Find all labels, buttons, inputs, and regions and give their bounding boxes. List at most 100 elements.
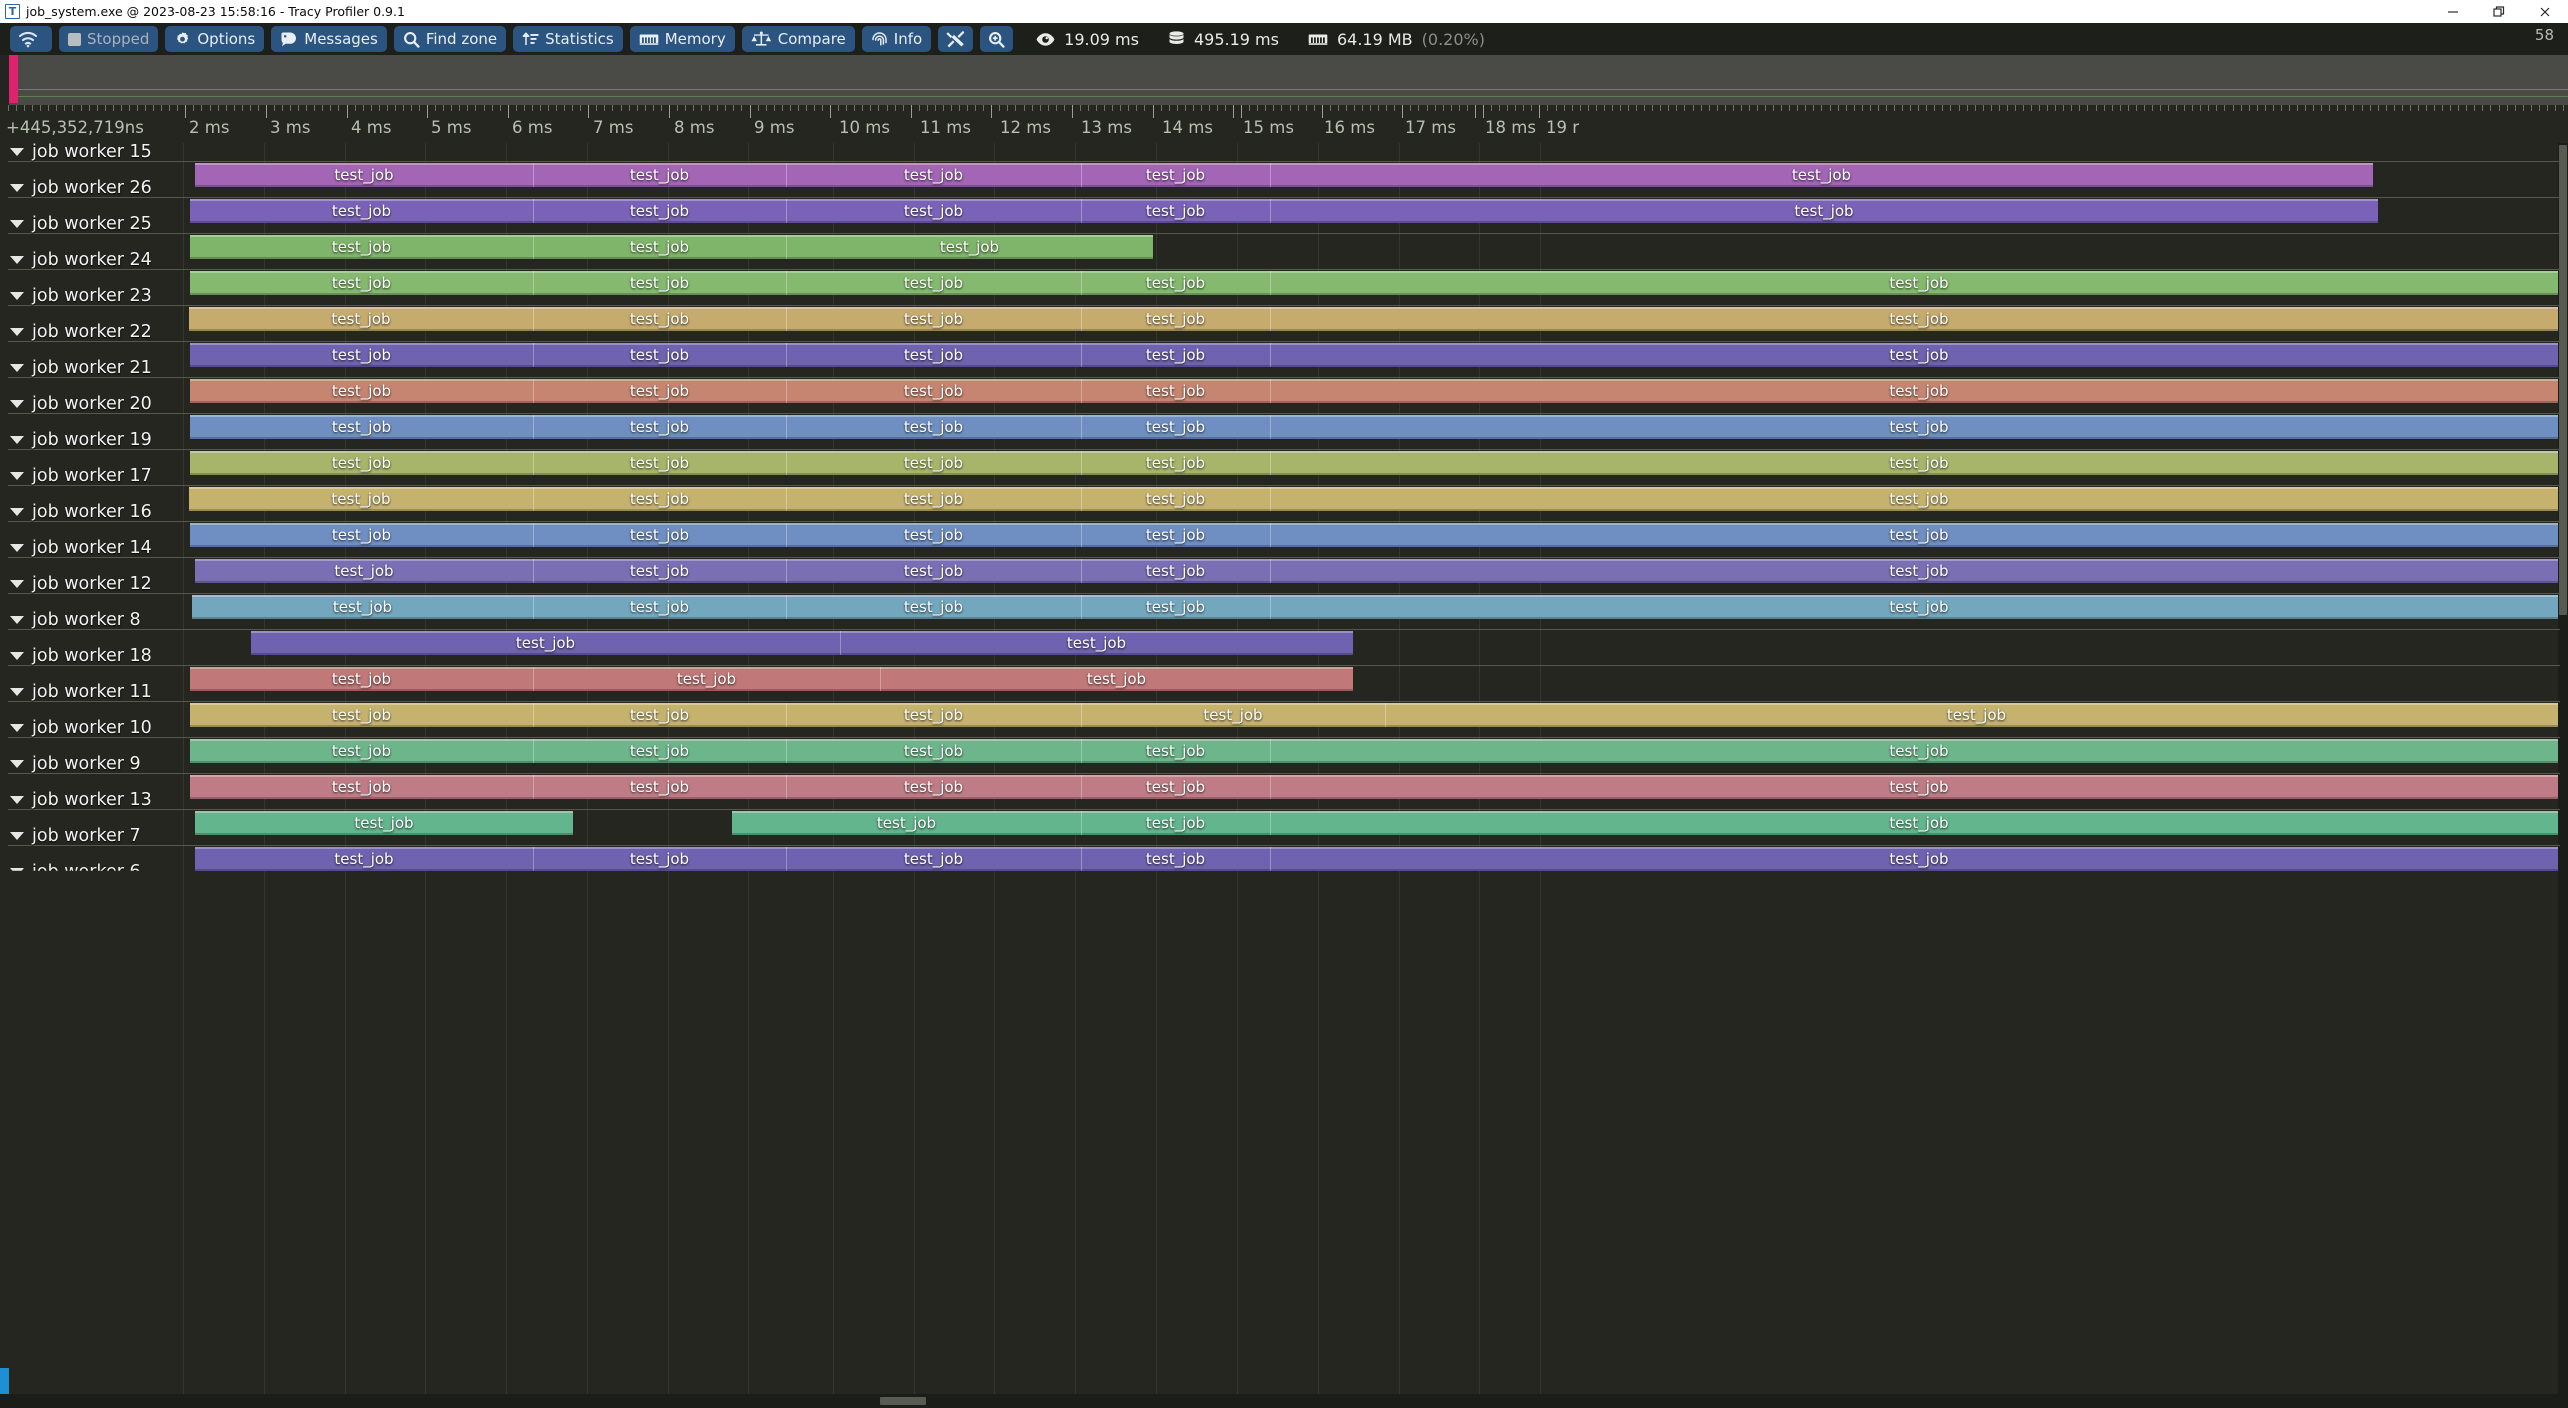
compare-button[interactable]: Compare bbox=[741, 26, 855, 52]
minimize-button[interactable] bbox=[2430, 0, 2476, 23]
timeline-row-label: job worker 7 bbox=[32, 826, 141, 846]
chevron-down-icon[interactable] bbox=[10, 508, 24, 516]
info-button[interactable]: Info bbox=[861, 26, 932, 52]
timeline-zone[interactable]: test_job test_job test_job bbox=[732, 811, 2568, 835]
timeline-row-header[interactable]: job worker 19 bbox=[0, 427, 152, 453]
options-button[interactable]: Options bbox=[165, 26, 265, 52]
timeline-zone[interactable]: test_job test_job test_job test_job test_job bbox=[190, 523, 2568, 547]
timeline-row-header[interactable]: job worker 18 bbox=[0, 643, 152, 669]
timeline-zone[interactable]: test_job test_job test_job test_job test_job bbox=[195, 559, 2568, 583]
chevron-down-icon[interactable] bbox=[10, 472, 24, 480]
messages-button[interactable]: Messages bbox=[271, 26, 387, 52]
timeline-row-separator bbox=[8, 341, 2560, 342]
connection-button[interactable] bbox=[10, 26, 52, 52]
timeline-zone[interactable]: test_job test_job test_job bbox=[190, 667, 1353, 691]
ruler-tick-minor bbox=[725, 105, 726, 111]
timeline-row-header[interactable]: job worker 24 bbox=[0, 247, 152, 273]
chevron-down-icon[interactable] bbox=[10, 544, 24, 552]
zone-divider bbox=[1270, 307, 1271, 331]
timeline-row-header[interactable]: job worker 22 bbox=[0, 319, 152, 345]
timeline-row-header[interactable]: job worker 8 bbox=[0, 607, 141, 633]
timeline-zone[interactable]: test_job bbox=[195, 811, 573, 835]
timeline-zone[interactable]: test_job test_job bbox=[251, 631, 1353, 655]
zone-label: test_job bbox=[903, 418, 964, 436]
chevron-down-icon[interactable] bbox=[10, 184, 24, 192]
horizontal-scroll-thumb[interactable] bbox=[880, 1397, 926, 1405]
chevron-down-icon[interactable] bbox=[10, 364, 24, 372]
timeline-row-header[interactable]: job worker 15 bbox=[0, 143, 152, 165]
chevron-down-icon[interactable] bbox=[10, 688, 24, 696]
timeline-row-header[interactable]: job worker 20 bbox=[0, 391, 152, 417]
ruler-tick-minor bbox=[145, 105, 146, 111]
timeline-zone[interactable]: test_job test_job test_job test_job test_job bbox=[189, 487, 2568, 511]
chevron-down-icon[interactable] bbox=[10, 868, 24, 871]
timeline-zone[interactable]: test_job test_job test_job test_job test_job bbox=[190, 415, 2568, 439]
timeline-row-header[interactable]: job worker 14 bbox=[0, 535, 152, 561]
find-zone-button[interactable]: Find zone bbox=[393, 26, 507, 52]
timeline-zone[interactable]: test_job test_job test_job test_job test_job bbox=[190, 199, 2378, 223]
timeline-zone[interactable]: test_job test_job test_job test_job test_job bbox=[192, 595, 2568, 619]
chevron-down-icon[interactable] bbox=[10, 256, 24, 264]
chevron-down-icon[interactable] bbox=[10, 796, 24, 804]
chevron-down-icon[interactable] bbox=[10, 220, 24, 228]
timeline-row-label: job worker 12 bbox=[32, 574, 152, 594]
timeline-zone[interactable]: test_job test_job test_job test_job test_job bbox=[195, 847, 2568, 871]
timeline-row-header[interactable]: job worker 21 bbox=[0, 355, 152, 381]
chevron-down-icon[interactable] bbox=[10, 616, 24, 624]
timeline-row-header[interactable]: job worker 17 bbox=[0, 463, 152, 489]
chevron-down-icon[interactable] bbox=[10, 580, 24, 588]
ruler-tick-minor bbox=[2555, 105, 2556, 111]
timeline-zone[interactable]: test_job test_job test_job test_job test_job bbox=[195, 163, 2373, 187]
overview-position-marker[interactable] bbox=[9, 55, 18, 103]
timeline-zone[interactable]: test_job test_job test_job test_job test_job bbox=[190, 451, 2568, 475]
tools-button[interactable] bbox=[938, 26, 974, 52]
timeline-row-header[interactable]: job worker 16 bbox=[0, 499, 152, 525]
horizontal-scrollbar[interactable] bbox=[0, 1394, 2568, 1408]
zoom-button[interactable] bbox=[980, 26, 1014, 52]
statistics-button[interactable]: Statistics bbox=[513, 26, 623, 52]
timeline-ruler[interactable]: +445,352,719ns 2 ms 3 ms 4 ms 5 ms 6 ms 7 ms 8… bbox=[0, 105, 2568, 143]
ruler-tick-minor bbox=[105, 105, 106, 111]
timeline-zone[interactable]: test_job test_job test_job test_job test_job bbox=[190, 379, 2568, 403]
vertical-scrollbar[interactable] bbox=[2558, 143, 2568, 1394]
fingerprint-icon bbox=[871, 31, 888, 48]
ruler-tick-minor bbox=[862, 105, 863, 111]
restore-button[interactable] bbox=[2476, 0, 2522, 23]
timeline-row-header[interactable]: job worker 12 bbox=[0, 571, 152, 597]
chevron-down-icon[interactable] bbox=[10, 832, 24, 840]
timeline-canvas[interactable]: job worker 15 test_job test_job test_job tes… bbox=[0, 143, 2568, 1394]
timeline-zone[interactable]: test_job test_job test_job test_job test_job bbox=[189, 307, 2568, 331]
timeline-overview[interactable] bbox=[0, 55, 2568, 105]
zone-divider bbox=[786, 775, 787, 799]
chevron-down-icon[interactable] bbox=[10, 652, 24, 660]
timeline-zone[interactable]: test_job test_job test_job test_job test_job bbox=[190, 271, 2568, 295]
timeline-row-header[interactable]: job worker 23 bbox=[0, 283, 152, 309]
timeline-zone[interactable]: test_job test_job test_job bbox=[190, 235, 1153, 259]
timeline-row-header[interactable]: job worker 11 bbox=[0, 679, 152, 705]
timeline-row-header[interactable]: job worker 25 bbox=[0, 211, 152, 237]
chevron-down-icon[interactable] bbox=[10, 328, 24, 336]
timeline-row-header-partial[interactable]: job worker 6 bbox=[0, 859, 141, 871]
timeline-zone[interactable]: test_job test_job test_job test_job test_job bbox=[190, 343, 2568, 367]
memory-button[interactable]: Memory bbox=[629, 26, 735, 52]
timeline-row-header[interactable]: job worker 9 bbox=[0, 751, 141, 777]
chevron-down-icon[interactable] bbox=[10, 148, 24, 156]
close-button[interactable] bbox=[2522, 0, 2568, 23]
timeline-row-header[interactable]: job worker 13 bbox=[0, 787, 152, 813]
chevron-down-icon[interactable] bbox=[10, 436, 24, 444]
vertical-scroll-thumb[interactable] bbox=[2559, 145, 2567, 615]
ruler-tick-minor bbox=[2297, 105, 2298, 111]
zone-highlight bbox=[251, 631, 1353, 633]
ruler-tick-minor bbox=[298, 105, 299, 111]
stopped-button[interactable]: Stopped bbox=[59, 26, 159, 52]
timeline-zone[interactable]: test_job test_job test_job test_job test_job bbox=[190, 703, 2568, 727]
timeline-zone[interactable]: test_job test_job test_job test_job test_job bbox=[190, 775, 2568, 799]
timeline-row-header[interactable]: job worker 7 bbox=[0, 823, 141, 849]
timeline-row-header[interactable]: job worker 10 bbox=[0, 715, 152, 741]
timeline-row-header[interactable]: job worker 26 bbox=[0, 175, 152, 201]
chevron-down-icon[interactable] bbox=[10, 292, 24, 300]
chevron-down-icon[interactable] bbox=[10, 724, 24, 732]
chevron-down-icon[interactable] bbox=[10, 760, 24, 768]
timeline-zone[interactable]: test_job test_job test_job test_job test_job bbox=[190, 739, 2568, 763]
chevron-down-icon[interactable] bbox=[10, 400, 24, 408]
